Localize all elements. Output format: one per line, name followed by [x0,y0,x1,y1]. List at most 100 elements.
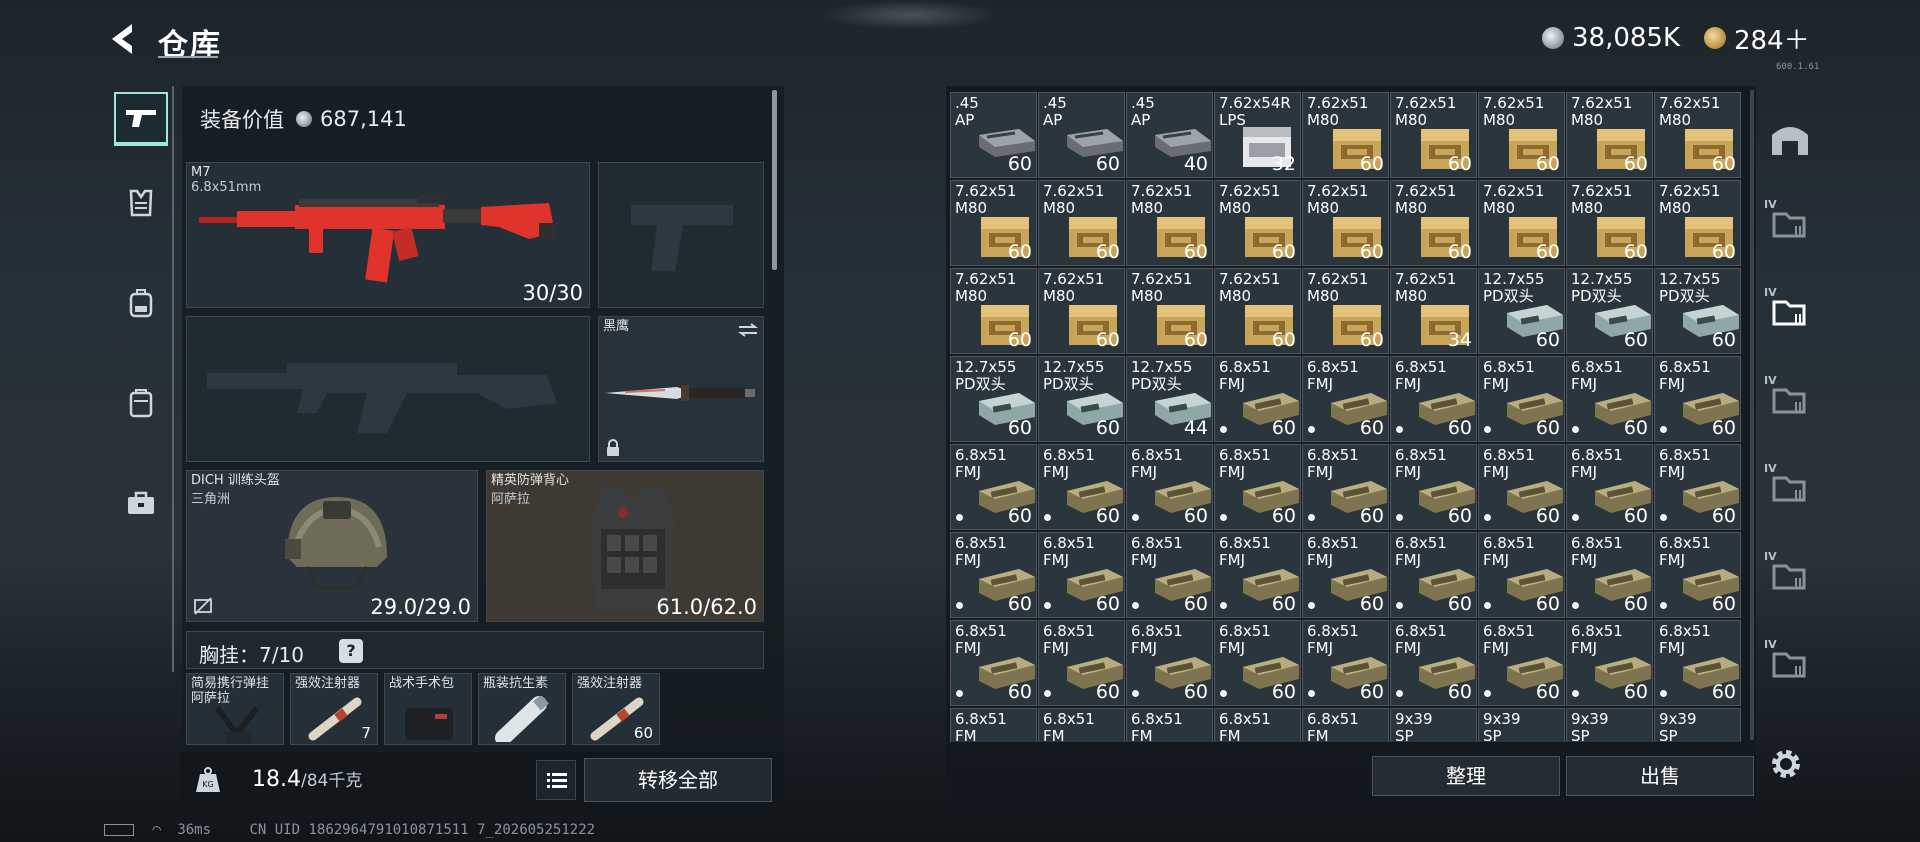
stash-item[interactable]: 6.8x51 FMJ 60 [1302,444,1389,530]
rig-item-slot[interactable]: 强效注射器 60 [572,673,660,745]
stash-item[interactable]: 9x39 SP [1566,708,1653,742]
stash-item[interactable]: 6.8x51 FMJ 60 [1038,620,1125,706]
stash-tab-4[interactable]: IV [1762,462,1818,518]
stash-item[interactable]: 7.62x51 M80 60 [1302,92,1389,178]
stash-item[interactable]: 12.7x55 PD双头 60 [1478,268,1565,354]
secondary-weapon-slot[interactable] [598,162,764,308]
stash-item[interactable]: 6.8x51 FMJ 60 [1214,356,1301,442]
nav-weapons[interactable] [114,92,168,146]
stash-item[interactable]: 7.62x51 M80 60 [1038,180,1125,266]
stash-item[interactable]: 6.8x51 FMJ 60 [1478,532,1565,618]
stash-item[interactable]: 6.8x51 FM [1302,708,1389,742]
stash-tab-2[interactable]: IV [1762,286,1818,342]
stash-item[interactable]: 6.8x51 FMJ 60 [1214,532,1301,618]
stash-item[interactable]: 7.62x51 M80 60 [1214,180,1301,266]
sort-button[interactable]: 整理 [1372,756,1560,796]
stash-item[interactable]: 6.8x51 FMJ 60 [1654,532,1741,618]
currency-premium[interactable]: 284＋ [1704,22,1810,56]
helmet-slot[interactable]: DICH 训练头盔 三角洲 29.0/29.0 [186,470,478,622]
stash-item[interactable]: 6.8x51 FMJ 60 [1566,444,1653,530]
stash-item[interactable]: 6.8x51 FMJ 60 [1654,356,1741,442]
melee-slot[interactable]: 黑鹰 [598,316,764,462]
stash-item[interactable]: 9x39 SP [1478,708,1565,742]
stash-item[interactable]: 7.62x51 M80 60 [1126,268,1213,354]
stash-item[interactable]: 6.8x51 FMJ 60 [1390,444,1477,530]
rig-item-slot[interactable]: 瓶装抗生素 [478,673,566,745]
stash-item[interactable]: 6.8x51 FMJ 60 [1390,620,1477,706]
stash-item[interactable]: 12.7x55 PD双头 60 [950,356,1037,442]
stash-item[interactable]: 7.62x51 M80 60 [1214,268,1301,354]
stash-item[interactable]: 6.8x51 FMJ 60 [1390,356,1477,442]
stash-item[interactable]: 7.62x51 M80 60 [1654,92,1741,178]
stash-item[interactable]: 6.8x51 FMJ 60 [950,532,1037,618]
stash-item[interactable]: 7.62x51 M80 34 [1390,268,1477,354]
nav-secure-case[interactable] [114,476,168,530]
stash-item[interactable]: 6.8x51 FMJ 60 [1478,620,1565,706]
stash-item[interactable]: 12.7x55 PD双头 60 [1038,356,1125,442]
stash-item[interactable]: 6.8x51 FMJ 60 [1038,444,1125,530]
stash-item[interactable]: 6.8x51 FMJ 60 [1214,620,1301,706]
stash-item[interactable]: 6.8x51 FM [1126,708,1213,742]
currency-coins[interactable]: 38,085K [1542,22,1680,54]
stash-item[interactable]: 6.8x51 FMJ 60 [1214,444,1301,530]
stash-tab-main[interactable] [1762,110,1818,166]
stash-item[interactable]: 6.8x51 FMJ 60 [1302,620,1389,706]
stash-scrollbar[interactable] [1750,90,1754,740]
stash-item[interactable]: .45 AP 60 [1038,92,1125,178]
nav-container[interactable] [114,376,168,430]
secondary-rifle-slot[interactable] [186,316,590,462]
stash-item[interactable]: 7.62x51 M80 60 [1302,180,1389,266]
stash-item[interactable]: 7.62x51 M80 60 [1390,180,1477,266]
sell-button[interactable]: 出售 [1566,756,1754,796]
stash-item[interactable]: 7.62x51 M80 60 [1390,92,1477,178]
rig-item-slot[interactable]: 战术手术包 [384,673,472,745]
rig-item-slot[interactable]: 强效注射器 7 [290,673,378,745]
stash-item[interactable]: 6.8x51 FMJ 60 [950,620,1037,706]
stash-item[interactable]: 9x39 SP [1390,708,1477,742]
stash-item[interactable]: 6.8x51 FMJ 60 [950,444,1037,530]
stash-item[interactable]: 6.8x51 FM [1214,708,1301,742]
stash-item[interactable]: 7.62x51 M80 60 [1478,180,1565,266]
stash-item[interactable]: 6.8x51 FMJ 60 [1654,444,1741,530]
stash-tab-1[interactable]: IV [1762,198,1818,254]
stash-item[interactable]: .45 AP 60 [950,92,1037,178]
stash-item[interactable]: 6.8x51 FMJ 60 [1302,356,1389,442]
transfer-all-button[interactable]: 转移全部 [584,758,772,802]
stash-item[interactable]: 6.8x51 FMJ 60 [1654,620,1741,706]
help-icon[interactable]: ? [339,639,363,663]
stash-item[interactable]: 6.8x51 FMJ 60 [1566,356,1653,442]
stash-item[interactable]: 6.8x51 FMJ 60 [1390,532,1477,618]
stash-item[interactable]: 6.8x51 FM [1038,708,1125,742]
swap-icon[interactable] [737,323,759,337]
stash-item[interactable]: 7.62x51 M80 60 [1566,92,1653,178]
nav-rig[interactable] [114,176,168,230]
stash-item[interactable]: .45 AP 40 [1126,92,1213,178]
stash-item[interactable]: 6.8x51 FMJ 60 [1126,532,1213,618]
stash-item[interactable]: 6.8x51 FMJ 60 [1566,620,1653,706]
stash-tab-6[interactable]: IV [1762,638,1818,694]
stash-item[interactable]: 7.62x51 M80 60 [1478,92,1565,178]
loadout-scrollbar[interactable] [772,90,777,270]
stash-item[interactable]: 9x39 SP [1654,708,1741,742]
stash-item[interactable]: 6.8x51 FMJ 60 [1566,532,1653,618]
list-view-button[interactable] [536,760,576,800]
stash-item[interactable]: 6.8x51 FMJ 60 [1126,444,1213,530]
primary-weapon-slot[interactable]: M7 6.8x51mm 30/30 [186,162,590,308]
stash-item[interactable]: 6.8x51 FMJ 60 [1038,532,1125,618]
stash-item[interactable]: 6.8x51 FMJ 60 [1126,620,1213,706]
stash-item[interactable]: 7.62x51 M80 60 [1566,180,1653,266]
stash-item[interactable]: 6.8x51 FMJ 60 [1478,356,1565,442]
stash-item[interactable]: 7.62x54R LPS 32 [1214,92,1301,178]
stash-item[interactable]: 12.7x55 PD双头 60 [1566,268,1653,354]
stash-item[interactable]: 7.62x51 M80 60 [1654,180,1741,266]
nav-backpack[interactable] [114,276,168,330]
stash-tab-3[interactable]: IV [1762,374,1818,430]
stash-item[interactable]: 12.7x55 PD双头 60 [1654,268,1741,354]
stash-item[interactable]: 12.7x55 PD双头 44 [1126,356,1213,442]
stash-tab-5[interactable]: IV [1762,550,1818,606]
rig-item-slot[interactable]: 简易携行弹挂 阿萨拉 [186,673,284,745]
stash-item[interactable]: 6.8x51 FMJ 60 [1478,444,1565,530]
back-button[interactable] [104,20,138,58]
stash-item[interactable]: 7.62x51 M80 60 [1302,268,1389,354]
stash-item[interactable]: 7.62x51 M80 60 [950,268,1037,354]
